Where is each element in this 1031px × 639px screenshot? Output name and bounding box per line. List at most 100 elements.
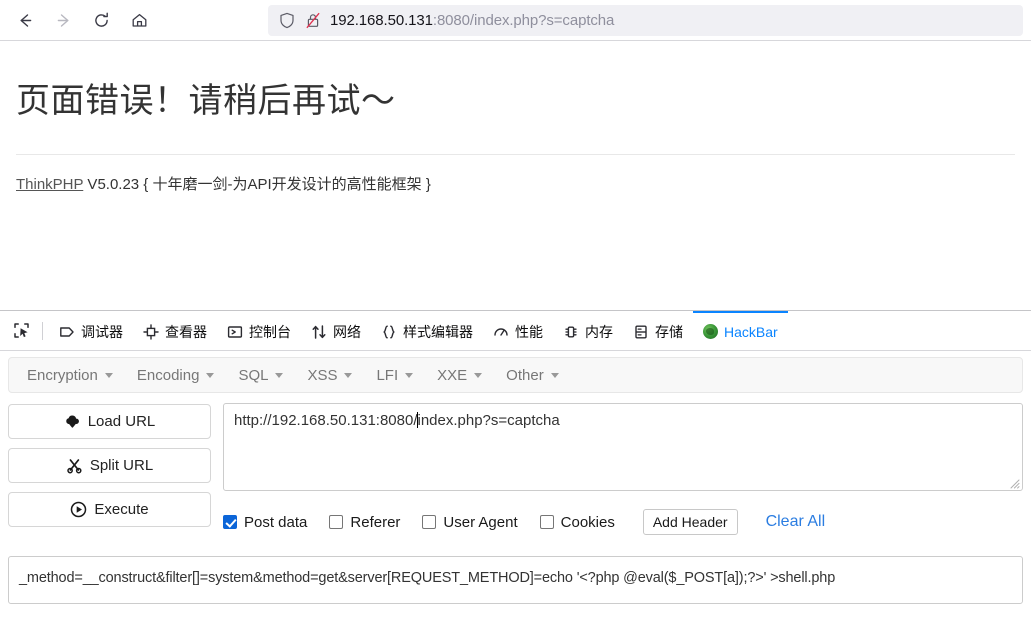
tab-network[interactable]: 网络 — [301, 311, 371, 350]
chevron-down-icon — [206, 372, 215, 378]
tab-label: 控制台 — [249, 323, 291, 340]
tab-label: 调试器 — [81, 323, 123, 340]
tab-inspector[interactable]: 查看器 — [133, 311, 217, 350]
tab-label: 查看器 — [165, 323, 207, 340]
tab-storage[interactable]: 存储 — [623, 311, 693, 350]
play-circle-icon — [70, 501, 87, 518]
option-post-data[interactable]: Post data — [223, 514, 307, 531]
tab-console[interactable]: 控制台 — [217, 311, 301, 350]
browser-toolbar: 192.168.50.131:8080/index.php?s=captcha — [0, 0, 1031, 41]
user-agent-checkbox[interactable] — [422, 515, 437, 529]
back-arrow-icon — [16, 11, 35, 30]
reload-icon — [92, 11, 111, 30]
load-url-button[interactable]: Load URL — [8, 404, 211, 439]
option-label: Cookies — [560, 513, 615, 531]
tab-debugger[interactable]: 调试器 — [49, 311, 133, 350]
menu-other[interactable]: Other — [494, 367, 571, 384]
tab-style-editor[interactable]: 样式编辑器 — [371, 311, 483, 350]
scissors-icon — [66, 457, 83, 474]
menu-lfi[interactable]: LFI — [364, 367, 425, 384]
url-path: :8080/index.php?s=captcha — [432, 12, 615, 29]
url-textarea-value: http://192.168.50.131:8080/index.php?s=c… — [234, 412, 560, 429]
style-editor-icon — [381, 324, 397, 340]
cookies-checkbox[interactable] — [539, 515, 554, 529]
tab-label: 存储 — [655, 323, 683, 340]
debugger-icon — [59, 324, 75, 340]
devtools-tabbar: 调试器 查看器 控制台 网络 样式编辑器 性能 内存 存储 HackBar — [0, 311, 1031, 351]
menu-label: LFI — [376, 366, 399, 384]
hackbar-body: Load URL Split URL Execute http://192.16… — [0, 393, 1031, 535]
hackbar-logo-icon — [703, 324, 718, 339]
hackbar-request-area: http://192.168.50.131:8080/index.php?s=c… — [223, 403, 1023, 535]
chevron-down-icon — [474, 372, 483, 378]
page-content: 页面错误！请稍后再试～ ThinkPHP V5.0.23 { 十年磨一剑-为AP… — [0, 41, 1031, 310]
post-data-checkbox[interactable] — [223, 515, 237, 529]
split-url-button[interactable]: Split URL — [8, 448, 211, 483]
tab-hackbar[interactable]: HackBar — [693, 311, 788, 350]
tab-label: 性能 — [515, 323, 543, 340]
chevron-down-icon — [550, 372, 559, 378]
add-header-button[interactable]: Add Header — [642, 509, 738, 535]
thinkphp-link[interactable]: ThinkPHP — [16, 176, 83, 193]
tab-label: 内存 — [585, 323, 613, 340]
option-label: User Agent — [443, 513, 518, 531]
forward-arrow-icon — [54, 11, 73, 30]
url-host: 192.168.50.131 — [330, 12, 433, 29]
tab-label: 样式编辑器 — [403, 323, 473, 340]
menu-label: XXE — [437, 366, 468, 384]
option-label: Referer — [350, 513, 401, 531]
menu-xss[interactable]: XSS — [295, 367, 364, 384]
framework-credit: ThinkPHP V5.0.23 { 十年磨一剑-为API开发设计的高性能框架 … — [16, 155, 1015, 194]
tab-memory[interactable]: 内存 — [553, 311, 623, 350]
option-cookies[interactable]: Cookies — [539, 513, 615, 531]
storage-icon — [633, 324, 649, 340]
lock-broken-icon[interactable] — [304, 12, 322, 30]
reload-button[interactable] — [84, 5, 118, 35]
performance-icon — [493, 324, 509, 340]
url-textarea[interactable]: http://192.168.50.131:8080/index.php?s=c… — [223, 403, 1023, 491]
option-referer[interactable]: Referer — [329, 514, 400, 531]
shield-icon[interactable] — [278, 12, 296, 30]
memory-icon — [563, 324, 579, 340]
menu-label: SQL — [238, 366, 269, 384]
url-value-before-caret: http://192.168.50.131:8080/ — [234, 412, 418, 429]
hackbar-menubar: Encryption Encoding SQL XSS LFI XXE Othe… — [8, 357, 1023, 393]
element-picker-icon[interactable] — [6, 316, 36, 346]
menu-sql[interactable]: SQL — [226, 367, 295, 384]
tab-label: HackBar — [724, 323, 778, 340]
network-icon — [311, 324, 327, 340]
back-button[interactable] — [8, 5, 42, 35]
post-data-textarea[interactable]: _method=__construct&filter[]=system&meth… — [8, 556, 1023, 604]
framework-version-text: V5.0.23 { 十年磨一剑-为API开发设计的高性能框架 } — [83, 176, 431, 193]
button-label: Load URL — [87, 413, 156, 430]
home-button[interactable] — [122, 5, 156, 35]
execute-button[interactable]: Execute — [8, 492, 211, 527]
menu-label: Encryption — [27, 366, 98, 384]
menu-label: Other — [506, 366, 544, 384]
tab-label: 网络 — [333, 323, 361, 340]
menu-encoding[interactable]: Encoding — [125, 367, 227, 384]
tab-performance[interactable]: 性能 — [483, 311, 553, 350]
chevron-down-icon — [405, 372, 414, 378]
textarea-resize-grip[interactable] — [1008, 476, 1020, 489]
request-options-row: Post data Referer User Agent Cookies Add… — [223, 509, 1023, 535]
url-text: 192.168.50.131:8080/index.php?s=captcha — [330, 12, 614, 29]
hackbar-action-buttons: Load URL Split URL Execute — [8, 403, 211, 535]
forward-button[interactable] — [46, 5, 80, 35]
inspector-icon — [143, 323, 159, 340]
home-icon — [130, 11, 149, 30]
chevron-down-icon — [104, 372, 113, 378]
button-label: Execute — [94, 501, 149, 518]
clear-all-link[interactable]: Clear All — [766, 513, 826, 531]
page-title: 页面错误！请稍后再试～ — [16, 82, 396, 120]
toolbar-separator — [42, 321, 43, 340]
menu-xxe[interactable]: XXE — [425, 367, 494, 384]
devtools-panel: 调试器 查看器 控制台 网络 样式编辑器 性能 内存 存储 HackBar En… — [0, 310, 1031, 604]
menu-encryption[interactable]: Encryption — [15, 367, 125, 384]
referer-checkbox[interactable] — [329, 515, 344, 529]
url-value-after-caret: index.php?s=captcha — [417, 412, 560, 429]
hackbar-panel: Encryption Encoding SQL XSS LFI XXE Othe… — [0, 357, 1031, 604]
option-user-agent[interactable]: User Agent — [422, 513, 518, 531]
url-bar[interactable]: 192.168.50.131:8080/index.php?s=captcha — [268, 5, 1023, 36]
post-data-value: _method=__construct&filter[]=system&meth… — [19, 570, 836, 586]
